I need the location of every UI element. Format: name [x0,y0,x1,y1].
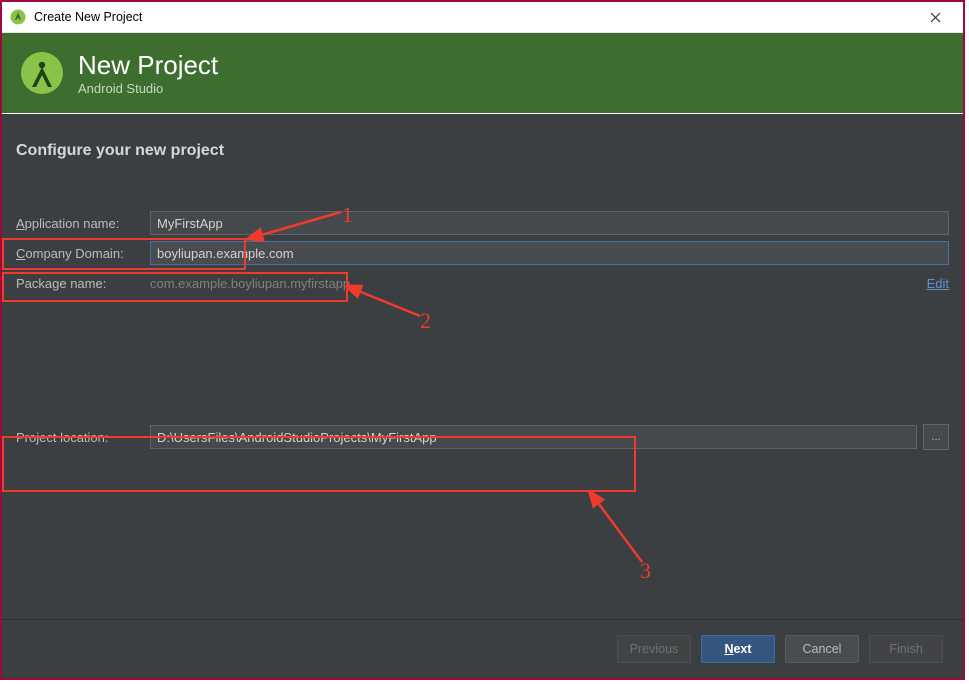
android-studio-icon [10,9,26,25]
window-title: Create New Project [34,10,915,24]
wizard-body: Configure your new project Application n… [2,114,963,678]
annotation-number-3: 3 [640,558,651,584]
application-name-label: Application name: [16,216,150,231]
project-location-row: Project location: ... [2,422,963,452]
project-location-input[interactable] [150,425,917,449]
project-form: Application name: Company Domain: Packag… [2,208,963,452]
project-location-label: Project location: [16,430,150,445]
browse-location-button[interactable]: ... [923,424,949,450]
wizard-header: New Project Android Studio [2,33,963,113]
cancel-button[interactable]: Cancel [785,635,859,663]
header-title: New Project [78,51,218,79]
application-name-input[interactable] [150,211,949,235]
company-domain-label: Company Domain: [16,246,150,261]
package-name-row: Package name: com.example.boyliupan.myfi… [2,268,963,298]
annotation-arrow-3 [582,492,662,572]
header-subtitle: Android Studio [78,81,218,96]
close-button[interactable] [915,2,955,32]
finish-button: Finish [869,635,943,663]
section-title: Configure your new project [2,114,963,160]
company-domain-input[interactable] [150,241,949,265]
wizard-footer: Previous Next Cancel Finish [2,619,963,678]
application-name-row: Application name: [2,208,963,238]
close-icon [930,12,941,23]
package-name-value: com.example.boyliupan.myfirstapp [150,276,350,291]
package-name-label: Package name: [16,276,150,291]
android-studio-logo-icon [20,51,64,95]
next-button[interactable]: Next [701,635,775,663]
titlebar: Create New Project [2,2,963,33]
wizard-window: Create New Project New Project Android S… [0,0,965,680]
company-domain-row: Company Domain: [2,238,963,268]
edit-package-link[interactable]: Edit [927,276,949,291]
previous-button: Previous [617,635,691,663]
